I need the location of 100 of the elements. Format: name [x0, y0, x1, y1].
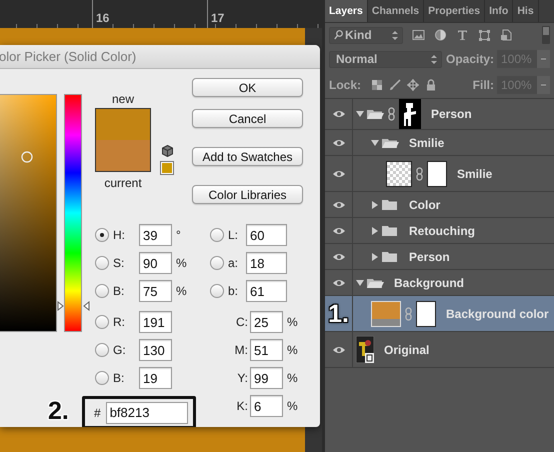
type-filter-icon[interactable] — [456, 29, 469, 41]
eye-icon[interactable] — [332, 200, 346, 210]
layer-row[interactable]: Smilie — [325, 156, 554, 192]
blend-mode-dropdown[interactable]: Normal — [329, 50, 442, 68]
caret-icon[interactable] — [356, 110, 364, 118]
eye-icon[interactable] — [332, 226, 346, 236]
radio-button[interactable] — [95, 256, 109, 270]
shape-filter-icon[interactable] — [478, 29, 491, 41]
field-label: R: — [113, 315, 126, 329]
filter-toggle-icon[interactable] — [542, 26, 550, 44]
brush-icon[interactable] — [389, 78, 402, 90]
layer-row[interactable]: 1. Background color — [325, 296, 554, 332]
input-field[interactable]: 18 — [246, 252, 287, 274]
layer-row[interactable]: Person — [325, 99, 554, 130]
link-icon[interactable] — [405, 306, 412, 320]
lock-pixels-icon[interactable] — [371, 78, 384, 90]
input-field[interactable]: 25 — [250, 311, 283, 333]
field-label: K: — [236, 399, 249, 413]
panel-tab[interactable]: Channels — [368, 0, 424, 22]
caret-icon[interactable] — [371, 138, 379, 146]
callout-number: 1. — [328, 300, 349, 328]
document-filter-icon[interactable] — [500, 29, 513, 41]
image-filter-icon[interactable] — [412, 29, 425, 41]
lock-icon[interactable] — [425, 78, 438, 90]
move-icon[interactable] — [407, 78, 420, 90]
slider-thumb[interactable] — [57, 301, 90, 312]
layer-row[interactable]: Person — [325, 244, 554, 270]
input-field[interactable]: 191 — [139, 311, 172, 333]
panel-tab[interactable]: Layers — [325, 0, 368, 22]
swatch-label: current — [104, 176, 142, 190]
radio-button[interactable] — [95, 315, 109, 329]
caret-icon[interactable] — [356, 278, 364, 286]
caret-icon[interactable] — [371, 226, 379, 234]
layer-row[interactable]: Color — [325, 192, 554, 218]
input-field[interactable]: 6 — [250, 395, 283, 417]
input-field[interactable]: 19 — [139, 367, 172, 389]
field-label: a: — [228, 256, 240, 270]
input-field[interactable]: 39 — [139, 224, 172, 246]
radio-button[interactable] — [95, 284, 109, 298]
input-field[interactable]: 99 — [250, 367, 283, 389]
search-icon — [334, 30, 343, 40]
radio-button[interactable] — [210, 284, 224, 298]
panel-tab[interactable]: His — [513, 0, 539, 22]
unit-label: % — [287, 343, 298, 357]
caret-icon[interactable] — [371, 200, 379, 208]
folder-icon — [367, 108, 384, 120]
input-field[interactable]: 75 — [139, 280, 172, 302]
radio-button[interactable] — [95, 371, 109, 385]
radio-button[interactable] — [95, 343, 109, 357]
folder-icon — [382, 224, 399, 236]
eye-icon[interactable] — [332, 168, 346, 178]
filter-dropdown[interactable]: Kind — [329, 26, 403, 44]
new-color-swatch[interactable] — [96, 109, 150, 140]
current-color-swatch[interactable] — [96, 140, 150, 171]
eye-icon[interactable] — [332, 109, 346, 119]
field-label: L: — [228, 228, 240, 242]
link-icon[interactable] — [388, 107, 395, 121]
lock-label: Lock: — [329, 78, 362, 92]
eye-icon[interactable] — [332, 252, 346, 262]
opacity-label: Opacity: — [446, 52, 494, 66]
color-libraries-button[interactable]: Color Libraries — [192, 185, 303, 204]
layer-row[interactable]: Smilie — [325, 130, 554, 156]
ok-button[interactable]: OK — [192, 78, 303, 97]
radio-button[interactable] — [210, 256, 224, 270]
folder-icon — [367, 276, 384, 288]
input-field[interactable]: 51 — [250, 339, 283, 361]
web-color-swatch-icon[interactable] — [160, 161, 174, 175]
link-icon[interactable] — [416, 166, 423, 180]
panel-tab[interactable]: Info — [485, 0, 514, 22]
field-label: B: — [113, 284, 126, 298]
input-field[interactable]: 61 — [246, 280, 287, 302]
unit-label: % — [176, 284, 187, 298]
radio-button[interactable] — [210, 228, 224, 242]
panel-tab[interactable]: Properties — [424, 0, 486, 22]
layer-name: Smilie — [457, 166, 492, 180]
eye-icon[interactable] — [332, 138, 346, 148]
input-field[interactable]: 130 — [139, 339, 172, 361]
circle-filter-icon[interactable] — [434, 29, 447, 41]
cancel-button[interactable]: Cancel — [192, 109, 303, 128]
hex-input-field[interactable]: bf8213 — [106, 402, 188, 424]
layer-name: Retouching — [409, 224, 475, 238]
layer-name: Background color — [446, 306, 549, 320]
color-field[interactable] — [0, 94, 57, 332]
layer-row[interactable]: Retouching — [325, 218, 554, 244]
layer-name: Person — [431, 107, 472, 121]
layer-row[interactable]: Original — [325, 332, 554, 368]
caret-icon[interactable] — [371, 252, 379, 260]
unit-label: % — [287, 315, 298, 329]
radio-button[interactable] — [95, 228, 109, 242]
dropdown-arrows-icon — [392, 30, 398, 40]
layer-name: Person — [409, 250, 450, 264]
eye-icon[interactable] — [332, 344, 346, 354]
input-field[interactable]: 60 — [246, 224, 287, 246]
field-label: C: — [235, 315, 249, 329]
cube-icon[interactable] — [162, 145, 172, 157]
add-to-swatches-button[interactable]: Add to Swatches — [192, 147, 303, 166]
input-field[interactable]: 90 — [139, 252, 172, 274]
eye-icon[interactable] — [332, 278, 346, 288]
hue-slider[interactable] — [57, 94, 90, 332]
field-label: # — [94, 406, 101, 420]
